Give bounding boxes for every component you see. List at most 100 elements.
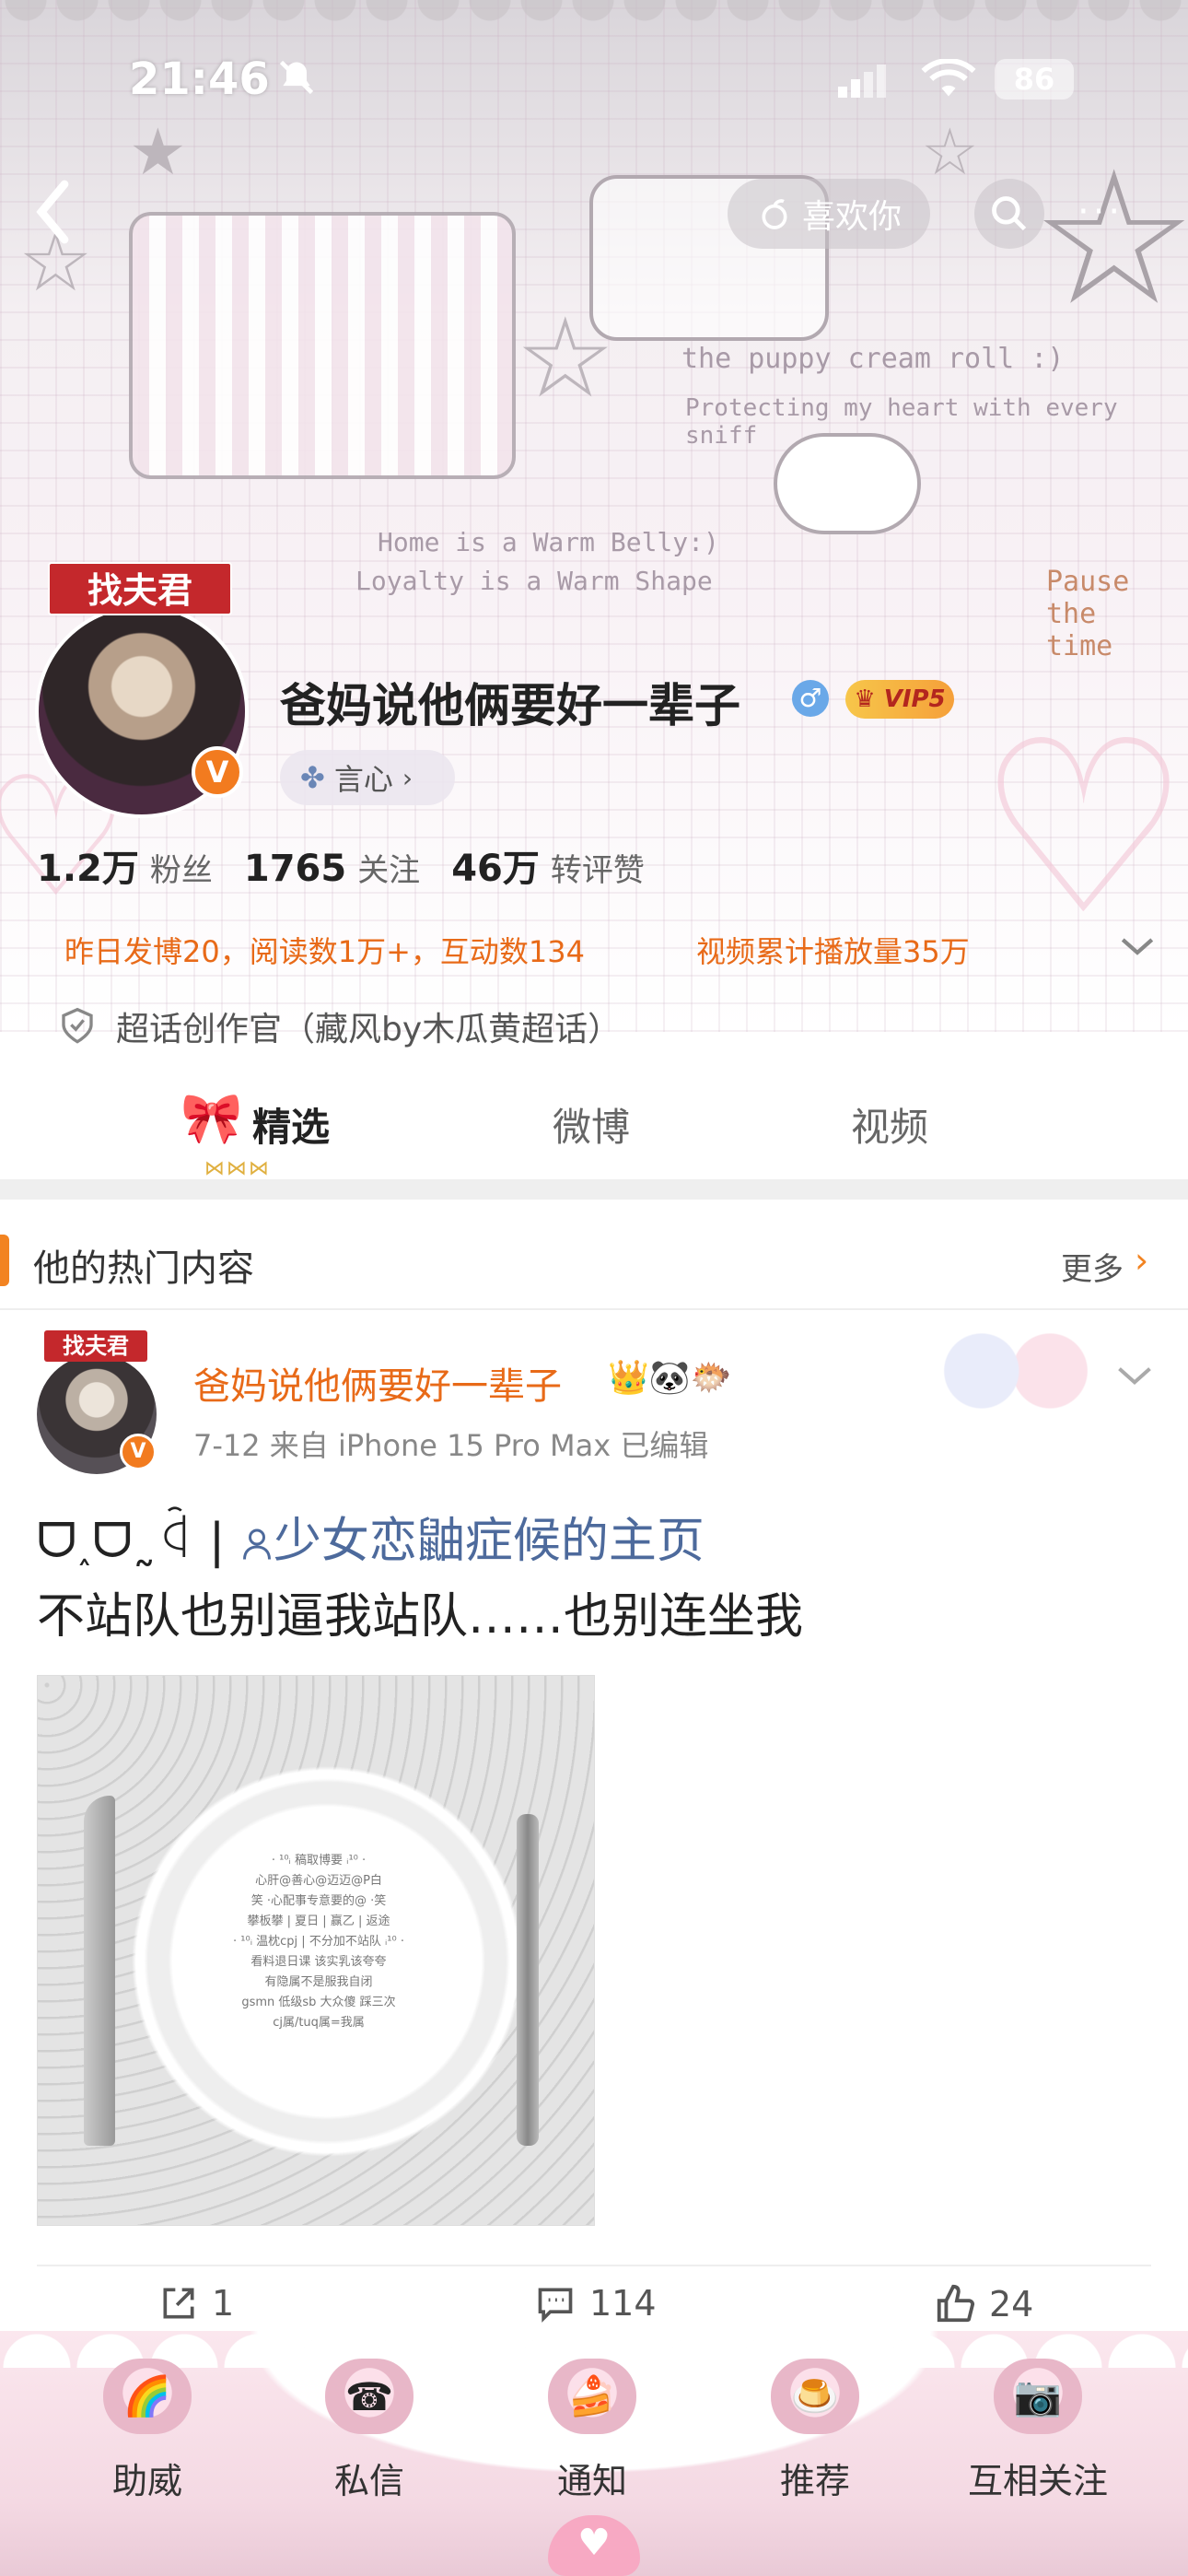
followers-stat[interactable]: 1.2万 粉丝 xyxy=(37,838,213,892)
post-text-line: 不站队也别逼我站队……也别连坐我 xyxy=(37,1589,804,1645)
more-options-button[interactable]: ··· xyxy=(1077,193,1160,230)
image-caption-line: 心肝@善心@迈迈@P白 xyxy=(255,1874,382,1888)
banner-text: Protecting my heart with every sniff xyxy=(685,394,1118,450)
image-caption-line: 笑 ·心配事专意要的@ ·笑 xyxy=(250,1894,387,1908)
back-button[interactable] xyxy=(28,175,101,249)
nav-cheer[interactable]: 🌈 助威 xyxy=(69,2359,226,2503)
profile-avatar-block[interactable]: 找夫君 V xyxy=(35,562,249,820)
image-caption-line: · ¹⁰ᵢ 稿取博要 ᵢ¹⁰ · xyxy=(271,1854,367,1868)
tab-featured[interactable]: 精选 xyxy=(252,1096,330,1153)
banner-text: Pause the time xyxy=(1046,566,1130,662)
bottom-tab-bar: 🌈 助威 ☎ 私信 🍰 通知 🍮 推荐 📷 互相关注 ♥ xyxy=(0,2331,1188,2576)
verified-badge-icon: V xyxy=(120,1434,157,1470)
search-button[interactable] xyxy=(974,179,1044,249)
repost-button[interactable]: 1 xyxy=(158,2283,234,2324)
repost-count: 1 xyxy=(212,2283,235,2324)
profile-tabs: 🎀 精选 微博 视频 ⋈⋈⋈ xyxy=(0,1078,1188,1180)
top-nav: 喜欢你 ··· xyxy=(0,166,1188,258)
vip-label: VIP5 xyxy=(883,685,946,713)
section-accent-bar xyxy=(0,1235,9,1286)
chevron-right-icon: › xyxy=(402,762,413,793)
status-bar: 21:46 86 xyxy=(0,37,1188,129)
tab-video[interactable]: 视频 xyxy=(851,1096,928,1153)
hot-content-title: 他的热门内容 xyxy=(33,1247,254,1290)
video-play-count[interactable]: 视频累计播放量35万 xyxy=(696,929,970,971)
profile-stats: 1.2万 粉丝 1765 关注 46万 转评赞 xyxy=(37,838,645,892)
nav-messages[interactable]: ☎ 私信 xyxy=(291,2359,448,2503)
likes-stat[interactable]: 46万 转评赞 xyxy=(451,838,645,892)
chevron-left-icon xyxy=(36,180,69,244)
bow-icon: 🎀 xyxy=(181,1089,243,1147)
cake-icon: 🍰 xyxy=(548,2359,636,2434)
post-meta: 7-12 来自 iPhone 15 Pro Max 已编辑 xyxy=(193,1428,709,1463)
super-topic-row[interactable]: 超话创作官（藏风by木瓜黄超话） xyxy=(59,1002,621,1050)
rainbow-icon: 🌈 xyxy=(103,2359,192,2434)
stat-label: 粉丝 xyxy=(149,852,213,889)
nav-mutual-follow[interactable]: 📷 互相关注 xyxy=(960,2359,1116,2503)
divider xyxy=(37,2265,1151,2266)
image-caption-block: · ¹⁰ᵢ 稿取博要 ᵢ¹⁰ · 心肝@善心@迈迈@P白 笑 ·心配事专意要的@… xyxy=(222,1851,415,2033)
more-link[interactable]: 更多 xyxy=(1061,1244,1124,1289)
like-you-label: 喜欢你 xyxy=(801,198,902,236)
stat-label: 转评赞 xyxy=(550,852,645,889)
section-divider xyxy=(0,1179,1188,1200)
following-stat[interactable]: 1765 关注 xyxy=(244,845,420,890)
banner-text: the puppy cream roll :) xyxy=(681,343,1065,375)
image-caption-line: gsmn 低级sb 大众傻 踩三次 xyxy=(241,1996,396,2009)
bell-mute-icon xyxy=(279,60,314,95)
chevron-down-icon[interactable] xyxy=(1118,932,1157,960)
banner-text: Loyalty is a Warm Shape xyxy=(355,566,713,596)
hot-content-header: 他的热门内容 更多 › xyxy=(0,1227,1188,1301)
stat-number: 1765 xyxy=(243,848,347,890)
nav-notifications[interactable]: 🍰 通知 xyxy=(514,2359,670,2503)
post-image[interactable]: · ¹⁰ᵢ 稿取博要 ᵢ¹⁰ · 心肝@善心@迈迈@P白 笑 ·心配事专意要的@… xyxy=(37,1675,595,2226)
nav-label: 推荐 xyxy=(779,2461,850,2501)
search-icon xyxy=(992,196,1027,231)
like-button[interactable]: 24 xyxy=(934,2283,1033,2325)
battery-indicator: 86 xyxy=(995,59,1074,100)
vip-badge[interactable]: ♛ VIP5 xyxy=(845,680,954,719)
post-author-name[interactable]: 爸妈说他俩要好一辈子 xyxy=(193,1356,562,1410)
chevron-down-icon[interactable] xyxy=(1114,1362,1155,1389)
heart-icon: ♥ xyxy=(548,2515,640,2576)
stat-label: 关注 xyxy=(357,852,421,889)
banner-text: Home is a Warm Belly:) xyxy=(378,527,719,557)
chevron-right-icon[interactable]: › xyxy=(1135,1240,1148,1281)
fruit-icon xyxy=(762,199,787,229)
fish-underline-icon: ⋈⋈⋈ xyxy=(204,1157,271,1180)
image-caption-line: 攀板攀 | 夏日 | 赢乙 | 返途 xyxy=(247,1914,390,1928)
image-caption-line: 有隐属不是服我自闭 xyxy=(264,1975,373,1989)
avatar-tag: 找夫君 xyxy=(48,562,232,615)
comment-button[interactable]: 114 xyxy=(534,2283,657,2324)
nav-label: 互相关注 xyxy=(967,2461,1108,2501)
heart-decoration: ♡ xyxy=(976,690,1188,968)
post-text-line: ᗜ˰ᗜ˷ꒈ | 少女恋鼬症候的主页 xyxy=(37,1502,705,1571)
bear-sticker-icon xyxy=(930,1317,1101,1424)
clover-icon: ✤ xyxy=(300,760,325,795)
signal-icon xyxy=(838,64,886,98)
source-pill[interactable]: ✤ 言心 › xyxy=(280,750,455,805)
stat-number: 1.2万 xyxy=(37,848,139,890)
like-you-button[interactable]: 喜欢你 xyxy=(728,179,930,249)
image-caption-line: cj属/tuq属=我属 xyxy=(273,2016,365,2030)
clock: 21:46 xyxy=(129,53,270,105)
nav-recommend[interactable]: 🍮 推荐 xyxy=(737,2359,893,2503)
activity-summary[interactable]: 昨日发博20，阅读数1万+，互动数134 xyxy=(64,929,585,971)
like-count: 24 xyxy=(989,2284,1034,2324)
kaomoji-text: ᗜ˰ᗜ˷ꒈ | xyxy=(37,1514,226,1569)
nav-label: 通知 xyxy=(556,2461,627,2501)
thumbs-up-icon xyxy=(937,2284,975,2323)
shield-icon xyxy=(62,1007,93,1044)
profile-username: 爸妈说他俩要好一辈子 xyxy=(280,679,740,732)
verified-badge-icon: V xyxy=(192,746,243,798)
profile-link-label: 少女恋鼬症候的主页 xyxy=(273,1514,705,1569)
source-label: 言心 xyxy=(333,762,393,797)
comment-icon xyxy=(538,2288,573,2323)
profile-link[interactable]: 少女恋鼬症候的主页 xyxy=(240,1514,705,1569)
tab-weibo[interactable]: 微博 xyxy=(553,1096,630,1153)
share-icon xyxy=(163,2288,194,2319)
post-avatar-tag: 找夫君 xyxy=(44,1330,147,1362)
image-caption-line: · ¹⁰ᵢ 温枕cpj | 不分加不站队 ᵢ¹⁰ · xyxy=(233,1935,404,1949)
knife-illustration xyxy=(84,1796,115,2146)
camera-icon: 📷 xyxy=(994,2359,1082,2434)
